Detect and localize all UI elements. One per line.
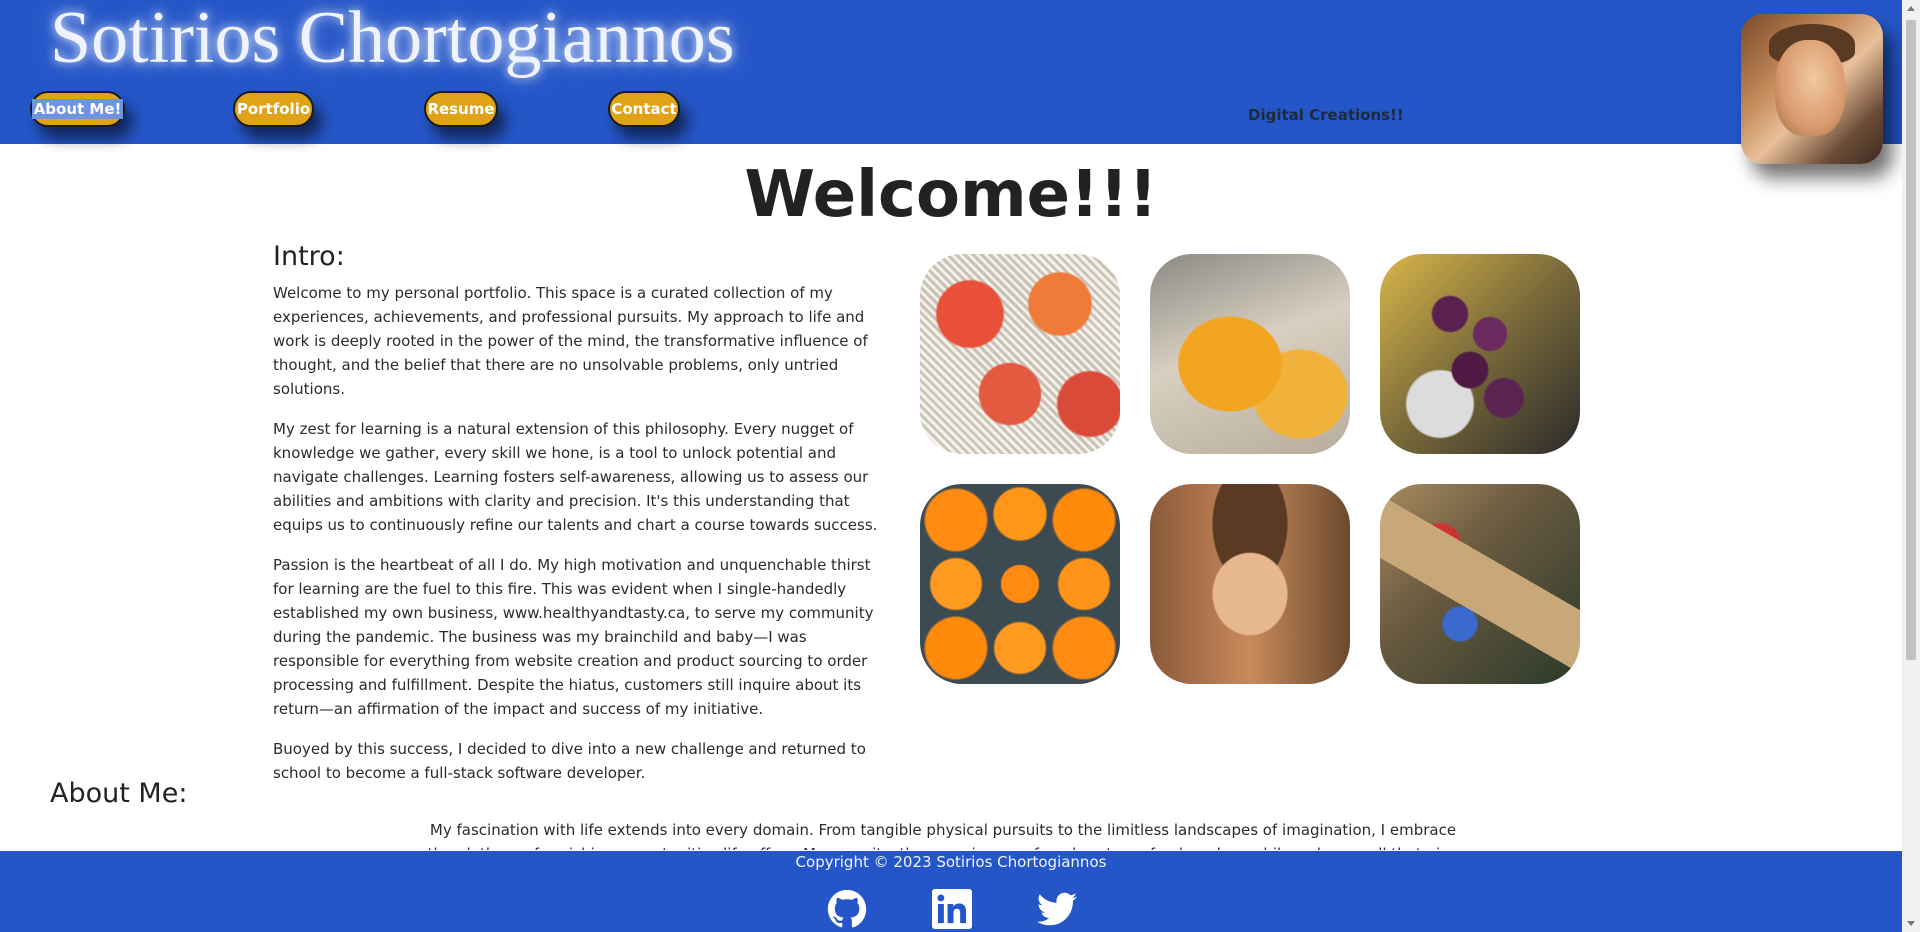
linkedin-icon[interactable] [930, 889, 974, 929]
intro-paragraph: Welcome to my personal portfolio. This s… [273, 284, 868, 398]
nav-label: Resume [427, 100, 495, 118]
nav-about-me-button[interactable]: About Me! [30, 91, 125, 127]
scroll-up-icon[interactable] [1907, 6, 1915, 11]
github-icon[interactable] [825, 889, 869, 929]
peach-photo [1150, 254, 1350, 454]
produce-boxes-photo [1380, 484, 1580, 684]
scroll-down-icon[interactable] [1907, 921, 1915, 926]
tagline: Digital Creations!! [1248, 106, 1404, 124]
oranges-photo [920, 484, 1120, 684]
avatar-face [1775, 40, 1845, 136]
site-footer: Copyright © 2023 Sotirios Chortogiannos [0, 851, 1902, 932]
nav-portfolio-button[interactable]: Portfolio [233, 91, 314, 127]
intro-paragraph: Buoyed by this success, I decided to div… [273, 740, 866, 782]
intro-heading: Intro: [273, 241, 345, 272]
scroll-thumb[interactable] [1906, 20, 1916, 660]
site-title: Sotirios Chortogiannos [50, 0, 735, 79]
site-header: Sotirios Chortogiannos About Me! Portfol… [0, 0, 1902, 144]
page-scrollbar[interactable] [1902, 0, 1920, 932]
grapes-photo [1380, 254, 1580, 454]
about-heading: About Me: [50, 778, 188, 809]
intro-paragraph: Passion is the heartbeat of all I do. My… [273, 556, 874, 718]
intro-text: Welcome to my personal portfolio. This s… [273, 281, 878, 801]
nav-resume-button[interactable]: Resume [424, 91, 498, 127]
nav-label: Contact [611, 100, 677, 118]
photo-gallery [920, 254, 1582, 684]
about-text: My fascination with life extends into ev… [428, 821, 1459, 850]
avatar [1741, 14, 1883, 164]
welcome-heading: Welcome!!! [744, 158, 1158, 232]
copyright-text: Copyright © 2023 Sotirios Chortogiannos [795, 853, 1107, 871]
selfie-photo [1150, 484, 1350, 684]
intro-paragraph: My zest for learning is a natural extens… [273, 420, 878, 534]
nav-label: Portfolio [236, 100, 311, 118]
nav-label: About Me! [31, 99, 124, 119]
twitter-icon[interactable] [1035, 889, 1079, 929]
mangoes-photo [920, 254, 1120, 454]
nav-contact-button[interactable]: Contact [608, 91, 680, 127]
